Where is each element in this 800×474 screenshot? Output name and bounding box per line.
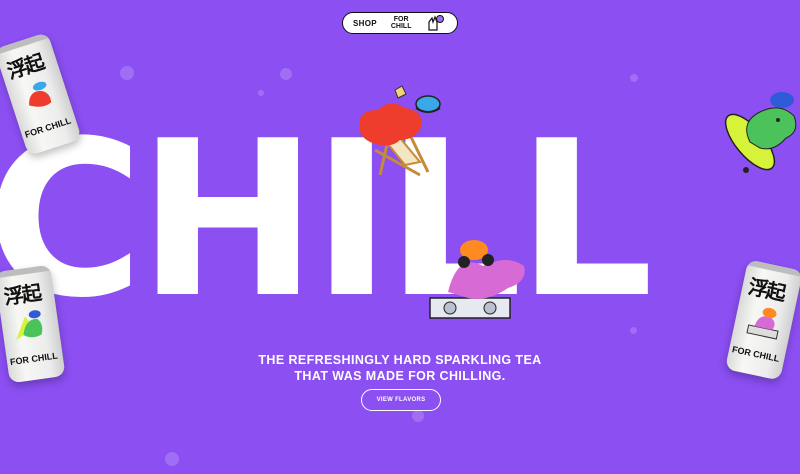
hand-peace-icon[interactable]: [425, 14, 445, 32]
bubble-decoration: [412, 410, 424, 422]
skater-character-illustration: [724, 92, 797, 173]
lounging-character-illustration: [359, 85, 441, 177]
view-flavors-button[interactable]: VIEW FLAVORS: [361, 389, 441, 411]
bubble-decoration: [165, 452, 179, 466]
can-character-art: [746, 307, 779, 340]
can-kanji: 浮起: [2, 280, 42, 310]
can-character-art: [16, 310, 43, 341]
bubble-decoration: [630, 74, 638, 82]
can-brand-text: FOR CHILL: [23, 115, 73, 140]
shop-link[interactable]: SHOP: [353, 19, 377, 28]
tagline-line2: THAT WAS MADE FOR CHILLING.: [294, 369, 506, 383]
bubble-decoration: [280, 68, 292, 80]
brand-logo[interactable]: FOR CHILL: [391, 16, 412, 30]
tagline-line1: THE REFRESHINGLY HARD SPARKLING TEA: [258, 353, 542, 367]
hero-tagline: THE REFRESHINGLY HARD SPARKLING TEA THAT…: [0, 352, 800, 384]
top-nav: SHOP FOR CHILL: [342, 12, 458, 34]
brand-logo-line2: CHILL: [390, 23, 412, 30]
bubble-decoration: [120, 66, 134, 80]
brand-logo-line1: FOR: [393, 16, 409, 23]
dj-character-illustration: [429, 240, 525, 319]
